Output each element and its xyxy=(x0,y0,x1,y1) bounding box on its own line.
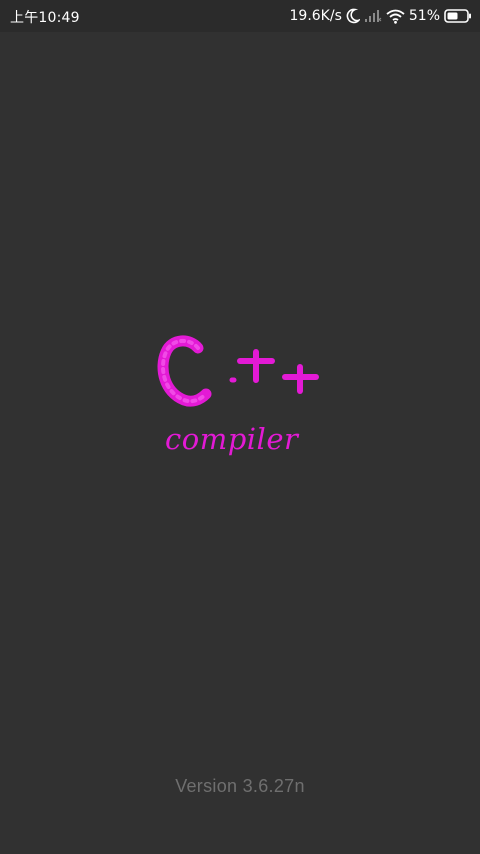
wifi-icon xyxy=(386,9,405,24)
signal-icon xyxy=(364,9,382,23)
splash-screen: 上午10:49 19.6K/s 51% compiler Version 3.6… xyxy=(0,0,480,854)
moon-icon xyxy=(346,8,360,24)
status-indicators: 19.6K/s 51% xyxy=(290,6,473,26)
cpp-logo-graphic xyxy=(157,335,319,407)
battery-percent: 51% xyxy=(408,8,440,24)
logo-subtitle: compiler xyxy=(165,422,299,456)
version-label: Version 3.6.27n xyxy=(175,776,305,796)
network-speed: 19.6K/s xyxy=(289,8,342,24)
app-logo: compiler xyxy=(0,330,480,480)
battery-icon xyxy=(444,9,472,23)
status-bar: 上午10:49 19.6K/s 51% xyxy=(0,0,480,32)
status-time: 上午10:49 xyxy=(10,10,80,26)
